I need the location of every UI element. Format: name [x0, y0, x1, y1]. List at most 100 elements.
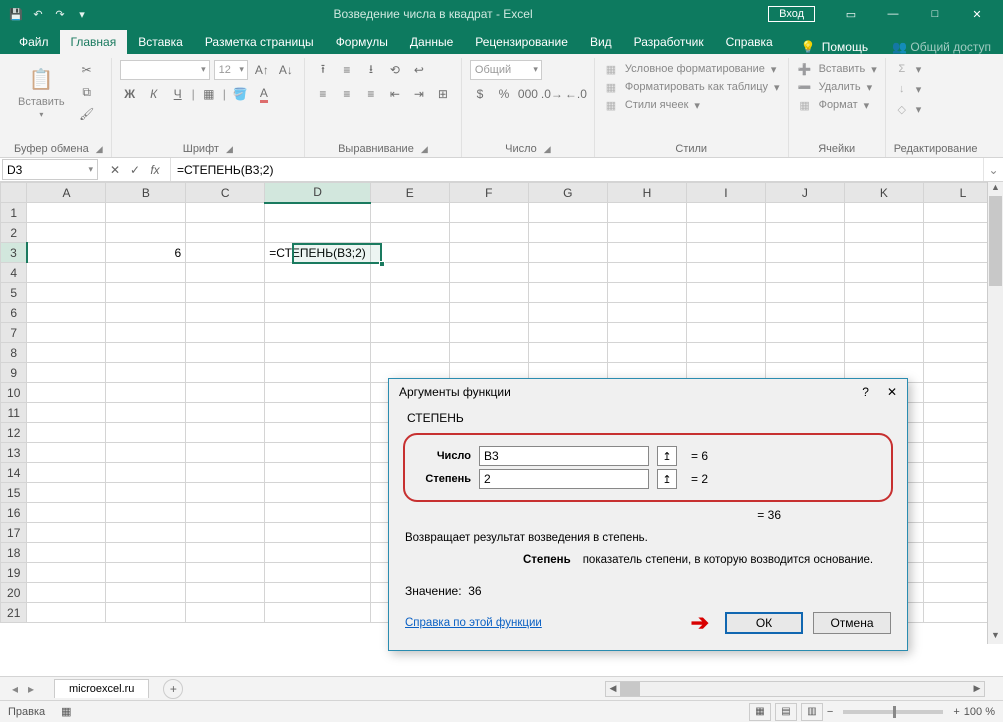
- ribbon-display-icon[interactable]: ▭: [831, 2, 871, 26]
- cell-B4[interactable]: [106, 263, 186, 283]
- cell-A14[interactable]: [27, 463, 106, 483]
- cell-A3[interactable]: [27, 243, 106, 263]
- tab-home[interactable]: Главная: [60, 30, 128, 54]
- cell-H2[interactable]: [607, 223, 686, 243]
- copy-icon[interactable]: ⧉: [77, 82, 97, 102]
- cell-D2[interactable]: [265, 223, 370, 243]
- cell-D9[interactable]: [265, 363, 370, 383]
- cell-C13[interactable]: [186, 443, 265, 463]
- font-color-icon[interactable]: A: [254, 84, 274, 104]
- cell-I6[interactable]: [686, 303, 765, 323]
- cell-E1[interactable]: [370, 203, 449, 223]
- cell-D19[interactable]: [265, 563, 370, 583]
- zoom-level[interactable]: 100 %: [964, 706, 995, 718]
- paste-button[interactable]: 📋 Вставить ▾: [14, 64, 69, 121]
- align-middle-icon[interactable]: ≡: [337, 60, 357, 80]
- cell-D1[interactable]: [265, 203, 370, 223]
- cell-J1[interactable]: [765, 203, 844, 223]
- dialog-launcher-icon[interactable]: ◢: [421, 144, 428, 155]
- orientation-icon[interactable]: ⟲: [385, 60, 405, 80]
- col-header-C[interactable]: C: [186, 183, 265, 203]
- cell-K1[interactable]: [844, 203, 923, 223]
- cell-C16[interactable]: [186, 503, 265, 523]
- cell-A16[interactable]: [27, 503, 106, 523]
- dialog-launcher-icon[interactable]: ◢: [226, 144, 233, 155]
- wrap-text-icon[interactable]: ↩: [409, 60, 429, 80]
- cell-D15[interactable]: [265, 483, 370, 503]
- cell-B13[interactable]: [106, 443, 186, 463]
- increase-font-icon[interactable]: A↑: [252, 60, 272, 80]
- minimize-icon[interactable]: —: [873, 2, 913, 26]
- cell-K8[interactable]: [844, 343, 923, 363]
- percent-icon[interactable]: %: [494, 84, 514, 104]
- cell-D3[interactable]: =СТЕПЕНЬ(B3;2): [265, 243, 370, 263]
- accounting-icon[interactable]: $: [470, 84, 490, 104]
- arg1-input[interactable]: [479, 446, 649, 466]
- cell-J3[interactable]: [765, 243, 844, 263]
- cell-C17[interactable]: [186, 523, 265, 543]
- share-button[interactable]: 👥 Общий доступ: [892, 40, 991, 54]
- decrease-font-icon[interactable]: A↓: [276, 60, 296, 80]
- cell-I4[interactable]: [686, 263, 765, 283]
- cell-D16[interactable]: [265, 503, 370, 523]
- zoom-slider[interactable]: [843, 710, 943, 714]
- cell-K5[interactable]: [844, 283, 923, 303]
- cell-E7[interactable]: [370, 323, 449, 343]
- fill-handle[interactable]: [379, 261, 385, 267]
- cell-H8[interactable]: [607, 343, 686, 363]
- scroll-left-icon[interactable]: ◀: [606, 683, 620, 694]
- cell-D7[interactable]: [265, 323, 370, 343]
- bold-button[interactable]: Ж: [120, 84, 140, 104]
- merge-icon[interactable]: ⊞: [433, 84, 453, 104]
- cell-B21[interactable]: [106, 603, 186, 623]
- cell-E8[interactable]: [370, 343, 449, 363]
- cell-C1[interactable]: [186, 203, 265, 223]
- cell-J7[interactable]: [765, 323, 844, 343]
- cancel-button[interactable]: Отмена: [813, 612, 891, 634]
- login-button[interactable]: Вход: [768, 6, 815, 22]
- align-right-icon[interactable]: ≡: [361, 84, 381, 104]
- sheet-tab[interactable]: microexcel.ru: [54, 679, 149, 698]
- col-header-K[interactable]: K: [844, 183, 923, 203]
- font-size-combo[interactable]: 12: [214, 60, 248, 80]
- cell-F2[interactable]: [449, 223, 528, 243]
- cell-C20[interactable]: [186, 583, 265, 603]
- zoom-in-icon[interactable]: +: [953, 706, 959, 718]
- conditional-formatting-button[interactable]: ▦Условное форматирование ▾: [603, 60, 780, 78]
- arg2-input[interactable]: [479, 469, 649, 489]
- dialog-launcher-icon[interactable]: ◢: [544, 144, 551, 155]
- row-header-17[interactable]: 17: [1, 523, 27, 543]
- row-header-12[interactable]: 12: [1, 423, 27, 443]
- tab-formulas[interactable]: Формулы: [325, 30, 399, 54]
- cell-A12[interactable]: [27, 423, 106, 443]
- cell-G5[interactable]: [528, 283, 607, 303]
- cell-B12[interactable]: [106, 423, 186, 443]
- cell-C5[interactable]: [186, 283, 265, 303]
- page-break-view-icon[interactable]: ▥: [801, 703, 823, 721]
- zoom-out-icon[interactable]: −: [827, 706, 833, 718]
- cell-G3[interactable]: [528, 243, 607, 263]
- cell-B10[interactable]: [106, 383, 186, 403]
- cell-C6[interactable]: [186, 303, 265, 323]
- cell-K6[interactable]: [844, 303, 923, 323]
- row-header-3[interactable]: 3: [1, 243, 27, 263]
- cell-K4[interactable]: [844, 263, 923, 283]
- delete-cells-button[interactable]: ➖Удалить ▾: [797, 78, 877, 96]
- underline-button[interactable]: Ч: [168, 84, 188, 104]
- name-box[interactable]: D3: [2, 159, 98, 180]
- cell-H3[interactable]: [607, 243, 686, 263]
- row-header-19[interactable]: 19: [1, 563, 27, 583]
- cell-A20[interactable]: [27, 583, 106, 603]
- row-header-20[interactable]: 20: [1, 583, 27, 603]
- hscroll-thumb[interactable]: [620, 682, 640, 696]
- cell-J5[interactable]: [765, 283, 844, 303]
- horizontal-scrollbar[interactable]: ◀ ▶: [605, 681, 985, 697]
- cell-B18[interactable]: [106, 543, 186, 563]
- format-painter-icon[interactable]: 🖌: [77, 104, 97, 124]
- cell-D21[interactable]: [265, 603, 370, 623]
- font-name-combo[interactable]: [120, 60, 210, 80]
- tell-me[interactable]: Помощь: [822, 40, 868, 54]
- cell-A18[interactable]: [27, 543, 106, 563]
- normal-view-icon[interactable]: ▦: [749, 703, 771, 721]
- ok-button[interactable]: ОК: [725, 612, 803, 634]
